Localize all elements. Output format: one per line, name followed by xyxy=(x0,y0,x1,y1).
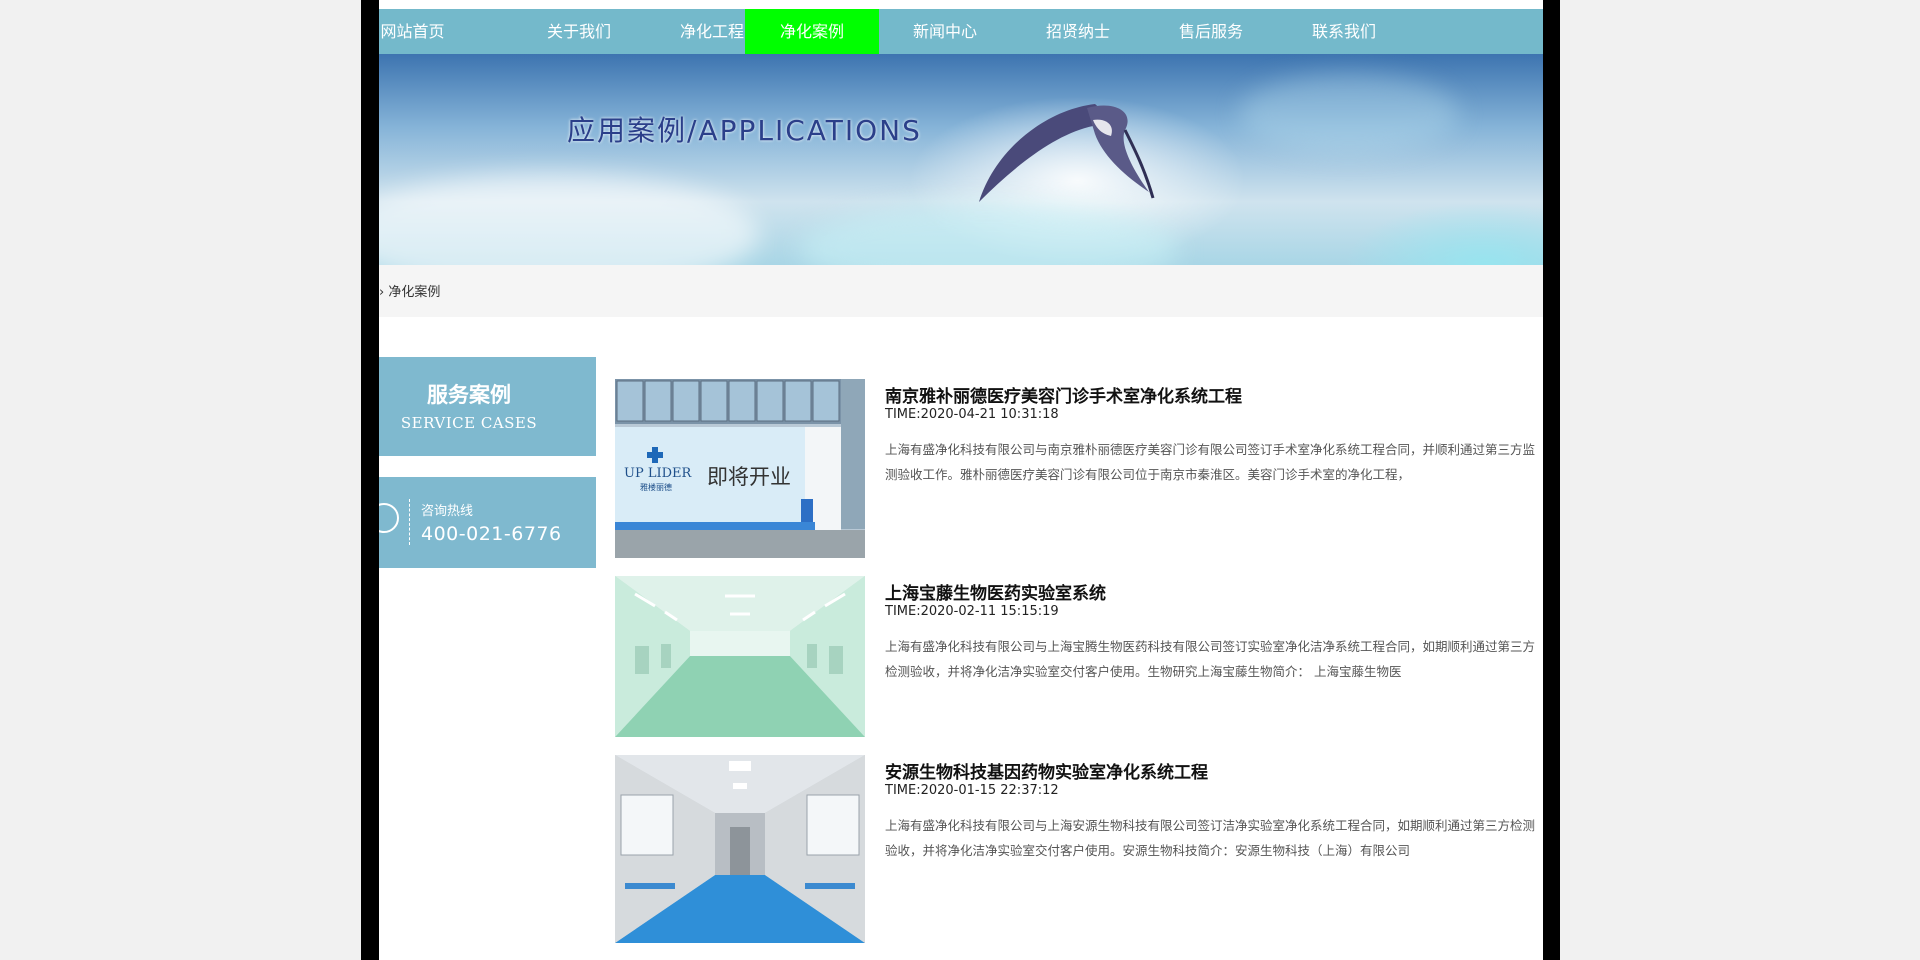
case-title[interactable]: 南京雅补丽德医疗美容门诊手术室净化系统工程 xyxy=(885,382,1242,407)
clinic-brand-text: UP LIDER xyxy=(624,466,693,481)
sidebar-subtitle: SERVICE CASES xyxy=(400,414,538,432)
banner-cloud xyxy=(1239,74,1459,154)
case-desc: 上海有盛净化科技有限公司与上海宝腾生物医药科技有限公司签订实验室净化洁净系统工程… xyxy=(885,639,1536,679)
right-page-border xyxy=(1543,0,1560,960)
nav-item-careers[interactable]: 招贤纳士 xyxy=(1011,9,1145,54)
case-item[interactable]: 安源生物科技基因药物实验室净化系统工程 TIME:2020-01-15 22:3… xyxy=(615,755,1543,945)
contact-label: 咨询热线 xyxy=(421,504,474,519)
nav-item-service[interactable]: 售后服务 xyxy=(1144,9,1278,54)
sidebar-header: 服务案例 SERVICE CASES xyxy=(379,357,596,456)
clinic-brand-cn-text: 雅楼丽德 xyxy=(640,482,672,492)
case-desc: 上海有盛净化科技有限公司与南京雅朴丽德医疗美容门诊有限公司签订手术室净化系统工程… xyxy=(885,442,1536,482)
case-time: TIME:2020-02-11 15:15:19 xyxy=(885,604,1059,619)
clinic-slogan-text: 即将开业 xyxy=(707,465,791,489)
sidebar-title: 服务案例 xyxy=(427,383,511,407)
left-page-border xyxy=(361,0,379,960)
main-nav: 网站首页 关于我们 净化工程 净化案例 新闻中心 招贤纳士 售后服务 联系我们 xyxy=(379,9,1543,54)
case-item[interactable]: 上海宝藤生物医药实验室系统 TIME:2020-02-11 15:15:19 上… xyxy=(615,576,1543,738)
top-gap xyxy=(379,0,1543,9)
breadcrumb-bar: › 净化案例 xyxy=(379,265,1543,317)
nav-item-home[interactable]: 网站首页 xyxy=(379,9,446,54)
cleanroom-lab-image xyxy=(615,576,865,737)
nav-item-contact[interactable]: 联系我们 xyxy=(1277,9,1411,54)
contact-divider xyxy=(409,499,411,545)
case-time: TIME:2020-01-15 22:37:12 xyxy=(885,783,1059,798)
case-item[interactable]: UP LIDER 雅楼丽德 即将开业 南京雅补丽德医疗美容门诊手术室净化系统工程… xyxy=(615,379,1543,559)
page-container: 网站首页 关于我们 净化工程 净化案例 新闻中心 招贤纳士 售后服务 联系我们 … xyxy=(379,0,1543,960)
banner-cloud xyxy=(799,204,1179,265)
seagull-image xyxy=(979,104,1155,202)
clinic-storefront-image: UP LIDER 雅楼丽德 即将开业 xyxy=(615,379,865,558)
lab-corridor-image xyxy=(615,755,865,943)
banner-title: 应用案例/APPLICATIONS xyxy=(567,114,922,147)
nav-item-about[interactable]: 关于我们 xyxy=(512,9,646,54)
case-thumbnail[interactable] xyxy=(615,755,865,943)
phone-icon xyxy=(379,503,399,533)
sidebar-contact: 咨询热线 400-021-6776 xyxy=(379,477,596,568)
case-title[interactable]: 上海宝藤生物医药实验室系统 xyxy=(885,579,1106,604)
breadcrumb[interactable]: › 净化案例 xyxy=(379,281,440,300)
case-thumbnail[interactable] xyxy=(615,576,865,737)
nav-item-cases[interactable]: 净化案例 xyxy=(745,9,879,54)
banner-cloud xyxy=(379,174,759,265)
case-time: TIME:2020-04-21 10:31:18 xyxy=(885,407,1059,422)
case-desc: 上海有盛净化科技有限公司与上海安源生物科技有限公司签订洁净实验室净化系统工程合同… xyxy=(885,818,1536,858)
nav-item-news[interactable]: 新闻中心 xyxy=(878,9,1012,54)
page-banner: 应用案例/APPLICATIONS xyxy=(379,54,1543,265)
case-title[interactable]: 安源生物科技基因药物实验室净化系统工程 xyxy=(885,758,1208,783)
contact-phone[interactable]: 400-021-6776 xyxy=(421,523,562,545)
case-thumbnail[interactable]: UP LIDER 雅楼丽德 即将开业 xyxy=(615,379,865,558)
